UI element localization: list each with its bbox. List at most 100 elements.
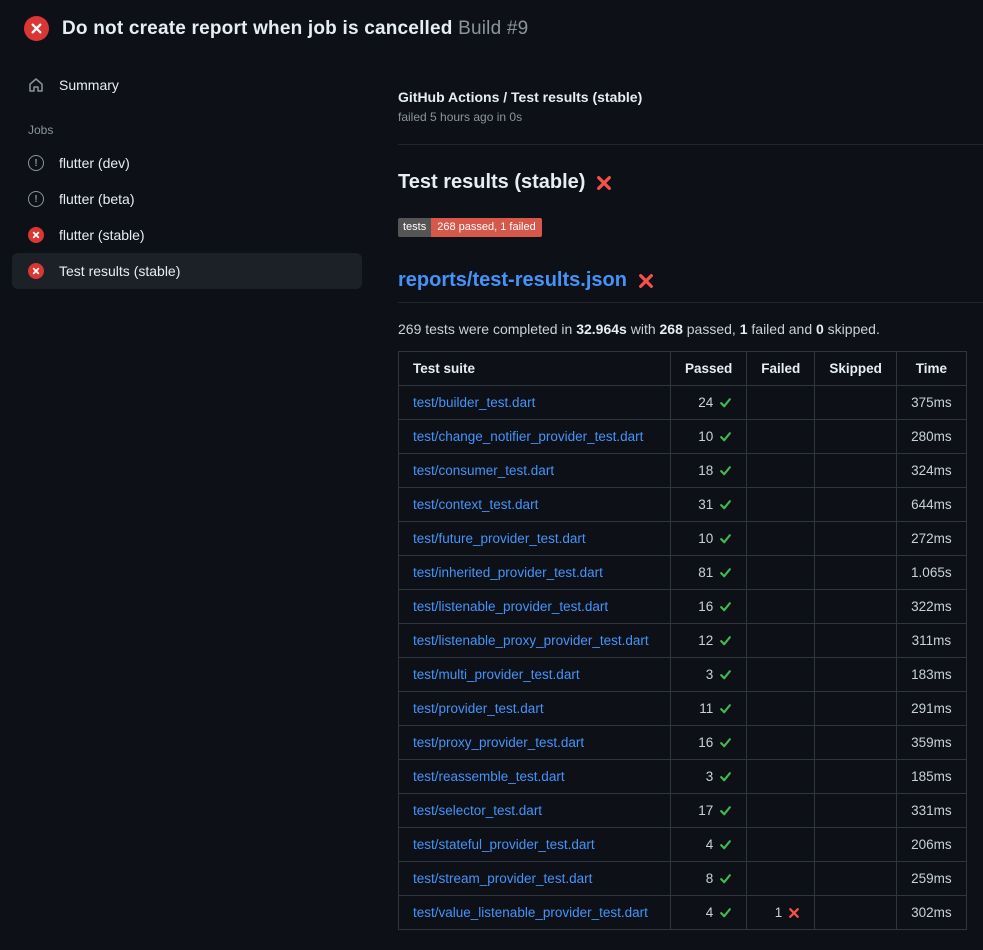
test-suite-link[interactable]: test/stateful_provider_test.dart [413, 837, 595, 852]
test-suite-link[interactable]: test/reassemble_test.dart [413, 769, 565, 784]
passed-cell: 81 [671, 556, 747, 590]
badge-value: 268 passed, 1 failed [431, 218, 541, 237]
passed-count: 24 [698, 395, 713, 410]
table-row: test/listenable_proxy_provider_test.dart… [399, 624, 967, 658]
test-suite-link[interactable]: test/change_notifier_provider_test.dart [413, 429, 643, 444]
skipped-cell [815, 420, 897, 454]
skipped-cell [815, 522, 897, 556]
test-suite-link[interactable]: test/context_test.dart [413, 497, 538, 512]
passed-cell: 17 [671, 794, 747, 828]
summary-skipped-count: 0 [816, 321, 824, 337]
check-icon [719, 498, 732, 511]
time-cell: 311ms [896, 624, 966, 658]
passed-count: 4 [706, 837, 714, 852]
passed-cell: 31 [671, 488, 747, 522]
column-header-skipped: Skipped [815, 352, 897, 386]
skipped-cell [815, 454, 897, 488]
test-suite-link[interactable]: test/provider_test.dart [413, 701, 544, 716]
table-row: test/multi_provider_test.dart 3 [399, 658, 967, 692]
test-suite-link[interactable]: test/builder_test.dart [413, 395, 535, 410]
check-icon [719, 532, 732, 545]
table-row: test/stateful_provider_test.dart 4 [399, 828, 967, 862]
sidebar-item-summary[interactable]: Summary [12, 67, 362, 103]
table-header-row: Test suite Passed Failed Skipped Time [399, 352, 967, 386]
skipped-cell [815, 692, 897, 726]
report-file-link[interactable]: reports/test-results.json [398, 269, 627, 292]
table-row: test/proxy_provider_test.dart 16 [399, 726, 967, 760]
test-suite-cell: test/provider_test.dart [399, 692, 671, 726]
report-heading: reports/test-results.json [398, 269, 983, 303]
skipped-cell [815, 896, 897, 930]
test-suite-link[interactable]: test/value_listenable_provider_test.dart [413, 905, 648, 920]
divider [398, 144, 983, 145]
sidebar-item-flutter-beta[interactable]: ! flutter (beta) [12, 181, 362, 217]
time-value: 272ms [911, 531, 952, 546]
time-cell: 291ms [896, 692, 966, 726]
time-value: 375ms [911, 395, 952, 410]
failed-cell [747, 386, 815, 420]
failed-cell [747, 658, 815, 692]
time-value: 359ms [911, 735, 952, 750]
sidebar: Summary Jobs ! flutter (dev) ! flutter (… [0, 53, 374, 289]
test-suite-cell: test/builder_test.dart [399, 386, 671, 420]
failed-cell [747, 420, 815, 454]
sidebar-item-test-results-stable[interactable]: Test results (stable) [12, 253, 362, 289]
run-status-line: failed 5 hours ago in 0s [398, 110, 983, 124]
failed-x-icon [596, 175, 612, 191]
time-value: 183ms [911, 667, 952, 682]
summary-text: 269 tests were completed in [398, 321, 576, 337]
test-suite-cell: test/stream_provider_test.dart [399, 862, 671, 896]
table-row: test/inherited_provider_test.dart 81 [399, 556, 967, 590]
passed-cell: 3 [671, 658, 747, 692]
summary-text: skipped. [824, 321, 880, 337]
passed-count: 16 [698, 735, 713, 750]
failed-status-icon [28, 227, 44, 243]
time-cell: 183ms [896, 658, 966, 692]
check-icon [719, 634, 732, 647]
sidebar-item-flutter-stable[interactable]: flutter (stable) [12, 217, 362, 253]
failed-cell [747, 862, 815, 896]
sidebar-item-flutter-dev[interactable]: ! flutter (dev) [12, 145, 362, 181]
table-row: test/consumer_test.dart 18 [399, 454, 967, 488]
time-value: 280ms [911, 429, 952, 444]
table-row: test/value_listenable_provider_test.dart… [399, 896, 967, 930]
skipped-cell [815, 828, 897, 862]
passed-cell: 4 [671, 828, 747, 862]
test-suite-link[interactable]: test/inherited_provider_test.dart [413, 565, 603, 580]
test-suite-link[interactable]: test/listenable_provider_test.dart [413, 599, 608, 614]
passed-count: 17 [698, 803, 713, 818]
skipped-cell [815, 488, 897, 522]
check-icon [719, 906, 732, 919]
table-row: test/future_provider_test.dart 10 [399, 522, 967, 556]
time-cell: 322ms [896, 590, 966, 624]
test-suite-cell: test/change_notifier_provider_test.dart [399, 420, 671, 454]
failed-cell: 1 [747, 896, 815, 930]
time-cell: 272ms [896, 522, 966, 556]
check-icon [719, 804, 732, 817]
time-cell: 185ms [896, 760, 966, 794]
test-suite-link[interactable]: test/stream_provider_test.dart [413, 871, 592, 886]
test-suite-link[interactable]: test/listenable_proxy_provider_test.dart [413, 633, 649, 648]
summary-duration: 32.964s [576, 321, 627, 337]
check-icon [719, 770, 732, 783]
tests-badge: tests 268 passed, 1 failed [398, 218, 542, 237]
passed-cell: 4 [671, 896, 747, 930]
test-suite-link[interactable]: test/proxy_provider_test.dart [413, 735, 584, 750]
table-row: test/builder_test.dart 24 [399, 386, 967, 420]
sidebar-job-label: flutter (dev) [59, 155, 130, 171]
check-run-title: Test results (stable) [398, 171, 983, 194]
test-suite-cell: test/consumer_test.dart [399, 454, 671, 488]
test-suite-link[interactable]: test/selector_test.dart [413, 803, 542, 818]
test-suite-link[interactable]: test/consumer_test.dart [413, 463, 554, 478]
table-row: test/selector_test.dart 17 [399, 794, 967, 828]
time-cell: 280ms [896, 420, 966, 454]
workflow-run-title: Do not create report when job is cancell… [62, 18, 453, 39]
table-row: test/stream_provider_test.dart 8 [399, 862, 967, 896]
table-row: test/change_notifier_provider_test.dart … [399, 420, 967, 454]
test-suite-link[interactable]: test/future_provider_test.dart [413, 531, 586, 546]
time-value: 644ms [911, 497, 952, 512]
test-suite-cell: test/listenable_provider_test.dart [399, 590, 671, 624]
test-suite-link[interactable]: test/multi_provider_test.dart [413, 667, 580, 682]
passed-count: 16 [698, 599, 713, 614]
sidebar-summary-label: Summary [59, 77, 119, 93]
